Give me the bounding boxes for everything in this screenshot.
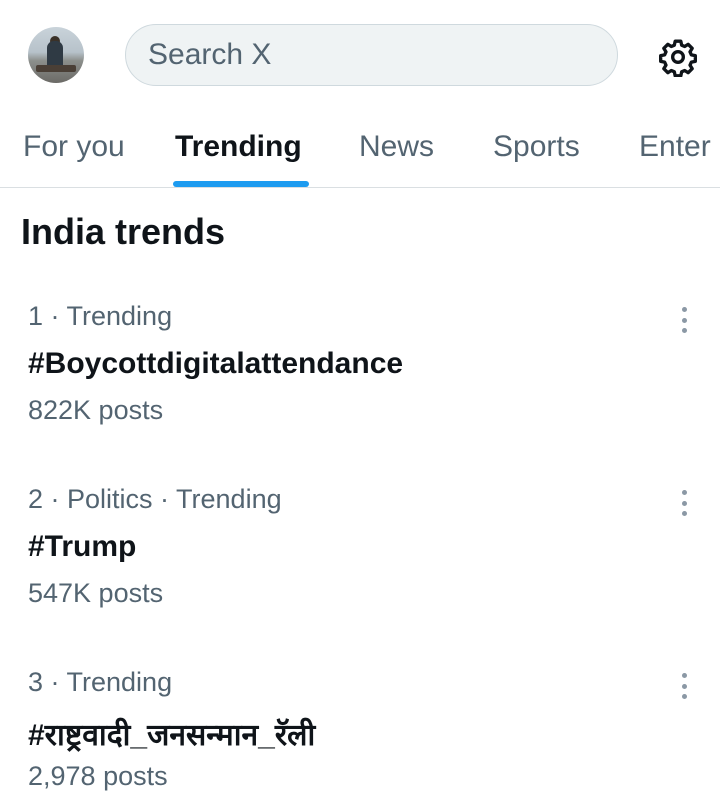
trend-name[interactable]: #राष्ट्रवादी_जनसन्मान_रॅली	[28, 713, 315, 754]
trend-meta: 1 · Trending	[28, 301, 173, 331]
tab-sports[interactable]: Sports	[493, 130, 580, 164]
avatar-bench	[36, 65, 76, 72]
avatar[interactable]	[28, 27, 84, 83]
tab-for-you[interactable]: For you	[23, 130, 125, 164]
trend-item[interactable]: 1 · Trending #Boycottdigitalattendance 8…	[0, 301, 720, 451]
tab-trending[interactable]: Trending	[175, 130, 302, 164]
tab-entertainment[interactable]: Enter	[639, 130, 711, 164]
trend-post-count: 547K posts	[28, 578, 164, 608]
more-vertical-icon[interactable]	[672, 305, 696, 335]
trend-name[interactable]: #Boycottdigitalattendance	[28, 347, 403, 381]
trend-meta: 2 · Politics · Trending	[28, 484, 282, 514]
more-vertical-icon[interactable]	[672, 671, 696, 701]
search-input[interactable]: Search X	[125, 24, 618, 86]
trend-post-count: 2,978 posts	[28, 761, 168, 791]
top-bar: Search X	[0, 0, 720, 112]
more-vertical-icon[interactable]	[672, 488, 696, 518]
trend-post-count: 822K posts	[28, 395, 164, 425]
gear-icon[interactable]	[658, 37, 698, 77]
trend-meta: 3 · Trending	[28, 667, 173, 697]
tab-bar: For you Trending News Sports Enter	[0, 112, 720, 188]
trend-name[interactable]: #Trump	[28, 530, 136, 564]
avatar-figure	[47, 41, 63, 67]
search-placeholder: Search X	[148, 38, 272, 71]
trend-item[interactable]: 3 · Trending #राष्ट्रवादी_जनसन्मान_रॅली …	[0, 667, 720, 805]
active-tab-indicator	[173, 181, 309, 187]
tab-news[interactable]: News	[359, 130, 434, 164]
section-title: India trends	[21, 211, 226, 252]
trend-item[interactable]: 2 · Politics · Trending #Trump 547K post…	[0, 484, 720, 634]
